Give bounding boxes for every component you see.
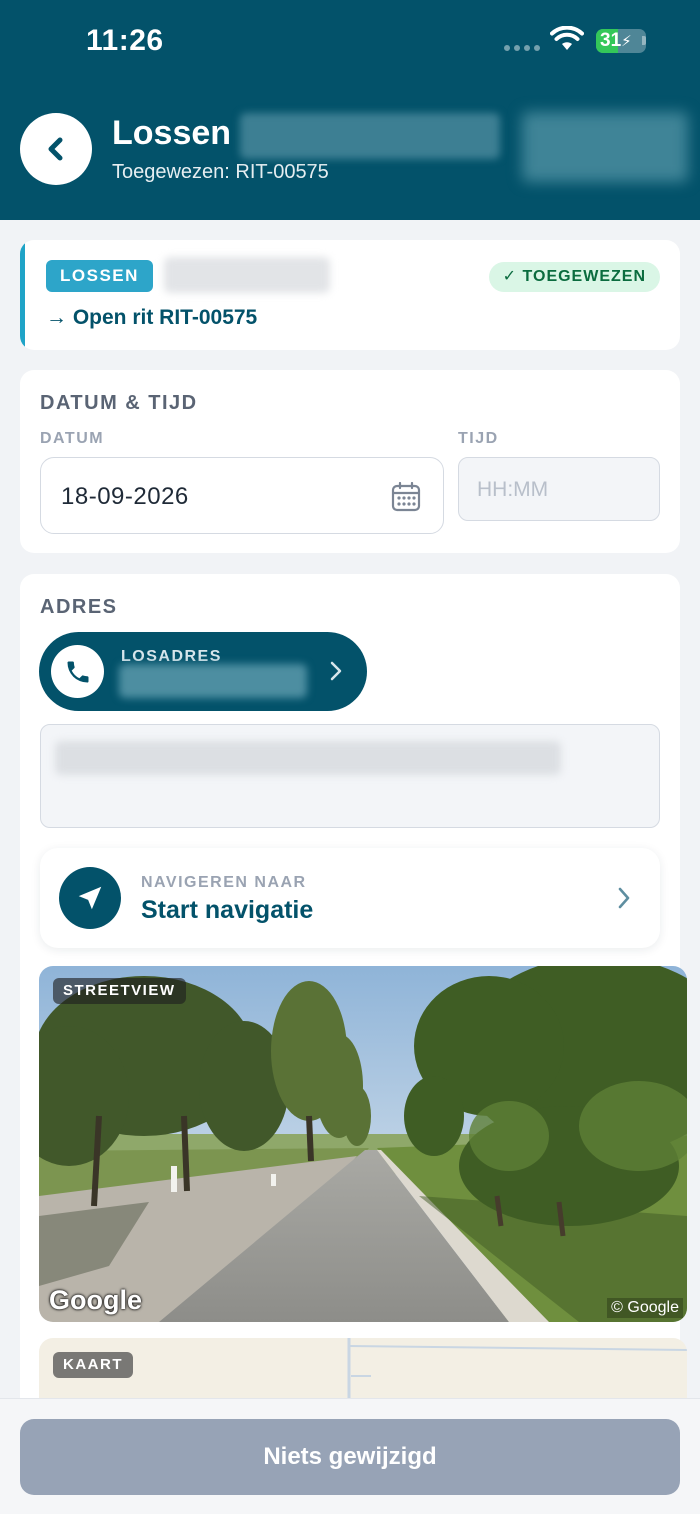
map-tag: KAART — [53, 1352, 133, 1378]
phone-icon — [67, 661, 88, 682]
open-ride-link[interactable]: → Open rit RIT-00575 — [46, 306, 257, 330]
type-badge: LOSSEN — [46, 260, 153, 292]
page-title: Lossen — [112, 114, 232, 152]
time-placeholder: HH:MM — [477, 478, 549, 501]
card-accent-bar — [20, 240, 25, 350]
contact-address-pill[interactable]: LOSADRES — [39, 632, 367, 711]
date-field[interactable]: 18-09-2026 — [40, 457, 444, 534]
redacted-title-part — [240, 113, 500, 159]
battery-level: 31 — [600, 30, 622, 51]
page-subtitle: Toegewezen: RIT-00575 — [112, 161, 329, 183]
chevron-right-icon — [330, 661, 342, 681]
google-copyright: © Google — [607, 1298, 683, 1318]
navigate-caption: NAVIGEREN NAAR — [141, 874, 307, 891]
navigation-arrow-icon — [59, 867, 121, 929]
date-label: DATUM — [40, 430, 105, 447]
stop-type-card: LOSSEN ✓ TOEGEWEZEN — [20, 240, 680, 350]
address-field[interactable] — [40, 724, 660, 828]
start-navigation-button[interactable]: NAVIGEREN NAAR Start navigatie — [40, 848, 660, 948]
battery-cap — [642, 36, 646, 45]
redacted-header-action[interactable] — [522, 112, 688, 182]
redacted-contact-name — [119, 664, 307, 698]
navigate-title: Start navigatie — [141, 896, 314, 924]
chevron-right-icon — [618, 887, 630, 909]
wifi-icon — [550, 26, 584, 50]
battery-icon: 31⚡ — [596, 29, 646, 53]
chevron-left-icon — [48, 137, 63, 161]
streetview-scene — [39, 966, 687, 1322]
redacted-address — [55, 741, 561, 775]
save-button[interactable]: Niets gewijzigd — [20, 1419, 680, 1495]
calendar-icon[interactable] — [391, 482, 421, 512]
status-time: 11:26 — [86, 24, 164, 57]
bottom-action-bar: Niets gewijzigd — [0, 1398, 700, 1514]
signal-icon — [504, 45, 540, 51]
status-badge: ✓ TOEGEWEZEN — [488, 262, 660, 292]
back-button[interactable] — [20, 113, 92, 185]
google-logo: Google — [49, 1285, 142, 1315]
phone-button[interactable] — [51, 645, 104, 698]
time-label: TIJD — [458, 430, 499, 447]
datetime-section-title: DATUM & TIJD — [40, 392, 198, 414]
time-field[interactable]: HH:MM — [458, 457, 660, 521]
redacted-company — [164, 257, 330, 293]
streetview-tag: STREETVIEW — [53, 978, 186, 1004]
app-header: 11:26 31⚡ Lossen Toegewezen: RIT-00575 — [0, 0, 700, 220]
address-section-title: ADRES — [40, 596, 118, 618]
streetview-image[interactable]: STREETVIEW Google © Google — [39, 966, 687, 1322]
date-value: 18-09-2026 — [61, 483, 189, 510]
